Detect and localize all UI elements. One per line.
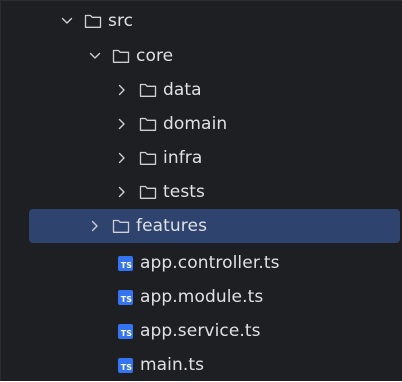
tree-node-label: core	[136, 46, 174, 66]
tree-node-label: tests	[163, 182, 206, 202]
tree-node-infra[interactable]: infra	[1, 141, 402, 175]
folder-icon	[84, 13, 102, 29]
chevron-right-icon[interactable]	[115, 83, 129, 97]
tree-node-domain[interactable]: domain	[1, 107, 402, 141]
tree-file-app-controller[interactable]: TS app.controller.ts	[1, 246, 402, 280]
project-tree-panel: src core data domain infra tests feature…	[0, 0, 402, 381]
folder-icon	[139, 150, 157, 166]
tree-node-core[interactable]: core	[1, 39, 402, 73]
tree-node-label: app.module.ts	[140, 287, 264, 307]
tree-node-tests[interactable]: tests	[1, 175, 402, 209]
chevron-down-icon[interactable]	[60, 14, 74, 28]
tree-node-label: features	[136, 216, 208, 236]
tree-file-app-service[interactable]: TS app.service.ts	[1, 314, 402, 348]
folder-icon	[139, 82, 157, 98]
tree-node-label: app.controller.ts	[140, 253, 280, 273]
chevron-right-icon[interactable]	[115, 185, 129, 199]
folder-icon	[139, 116, 157, 132]
tree-node-features[interactable]: features	[1, 209, 402, 243]
chevron-right-icon[interactable]	[88, 219, 102, 233]
folder-icon	[139, 184, 157, 200]
folder-icon	[112, 48, 130, 64]
tree-node-label: infra	[163, 148, 203, 168]
tree-node-data[interactable]: data	[1, 73, 402, 107]
tree-node-label: src	[108, 11, 134, 31]
tree-node-label: app.service.ts	[140, 321, 261, 341]
chevron-right-icon[interactable]	[115, 117, 129, 131]
tree-file-main[interactable]: TS main.ts	[1, 348, 402, 382]
typescript-file-icon: TS	[118, 357, 133, 373]
typescript-file-icon: TS	[118, 323, 133, 339]
folder-icon	[112, 218, 130, 234]
typescript-file-icon: TS	[118, 255, 133, 271]
typescript-file-icon: TS	[118, 289, 133, 305]
chevron-right-icon[interactable]	[115, 151, 129, 165]
tree-node-label: data	[163, 80, 202, 100]
tree-node-label: main.ts	[140, 355, 205, 375]
chevron-down-icon[interactable]	[88, 49, 102, 63]
tree-node-label: domain	[163, 114, 228, 134]
tree-node-src[interactable]: src	[1, 4, 402, 38]
tree-file-app-module[interactable]: TS app.module.ts	[1, 280, 402, 314]
